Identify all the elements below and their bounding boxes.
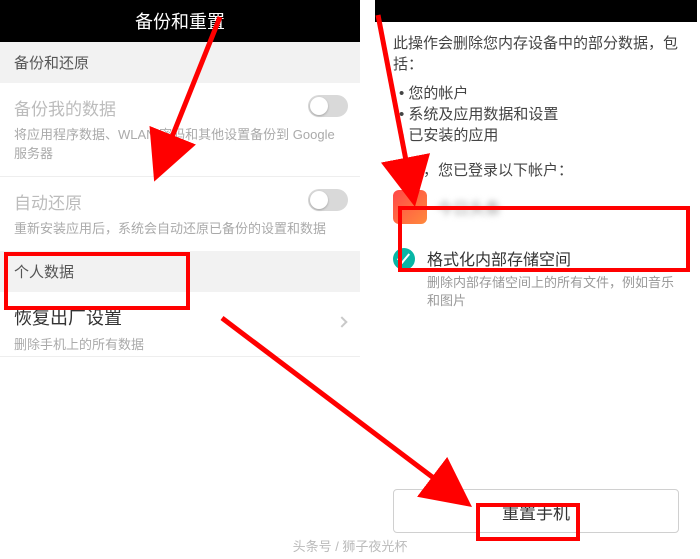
item-auto-restore[interactable]: 自动还原 重新安装应用后，系统会自动还原已备份的设置和数据 xyxy=(0,177,360,251)
watermark: 头条号 / 狮子夜光杯 xyxy=(0,536,700,555)
bullet-item: 已安装的应用 xyxy=(399,124,679,145)
check-icon[interactable] xyxy=(393,248,415,270)
item-sub: 将应用程序数据、WLAN 密码和其他设置备份到 Google 服务器 xyxy=(14,126,346,164)
item-label: 恢复出厂设置 xyxy=(14,304,346,330)
option-sub: 删除内部存储空间上的所有文件，例如音乐和图片 xyxy=(427,274,679,310)
right-panel: 此操作会删除您内存设备中的部分数据，包括： 您的帐户 系统及应用数据和设置 已安… xyxy=(375,0,697,559)
item-backup-my-data[interactable]: 备份我的数据 将应用程序数据、WLAN 密码和其他设置备份到 Google 服务… xyxy=(0,83,360,176)
item-sub: 重新安装应用后，系统会自动还原已备份的设置和数据 xyxy=(14,220,346,239)
item-sub: 删除手机上的所有数据 xyxy=(14,336,346,355)
bullet-item: 系统及应用数据和设置 xyxy=(399,103,679,124)
toggle-auto-restore[interactable] xyxy=(308,189,348,211)
option-format-storage[interactable]: 格式化内部存储空间 删除内部存储空间上的所有文件，例如音乐和图片 xyxy=(393,244,679,312)
toggle-backup[interactable] xyxy=(308,95,348,117)
account-avatar-icon xyxy=(393,190,427,224)
section-personal: 个人数据 xyxy=(0,251,360,292)
item-label: 自动还原 xyxy=(14,189,346,214)
account-row[interactable]: 今日头条 xyxy=(393,190,679,224)
page-title: 备份和重置 xyxy=(0,0,360,42)
account-name: 今日头条 xyxy=(437,195,501,219)
item-label: 备份我的数据 xyxy=(14,95,346,120)
item-factory-reset[interactable]: 恢复出厂设置 删除手机上的所有数据 xyxy=(0,292,360,356)
status-bar xyxy=(375,0,697,22)
bullet-item: 您的帐户 xyxy=(399,82,679,103)
left-panel: 备份和重置 备份和还原 备份我的数据 将应用程序数据、WLAN 密码和其他设置备… xyxy=(0,0,360,559)
divider xyxy=(0,356,360,357)
logged-in-label: 目前，您已登录以下帐户： xyxy=(393,159,679,180)
warning-text: 此操作会删除您内存设备中的部分数据，包括： xyxy=(393,32,679,74)
option-title: 格式化内部存储空间 xyxy=(427,246,679,270)
reset-phone-button[interactable]: 重置手机 xyxy=(393,489,679,533)
section-backup-restore: 备份和还原 xyxy=(0,42,360,83)
